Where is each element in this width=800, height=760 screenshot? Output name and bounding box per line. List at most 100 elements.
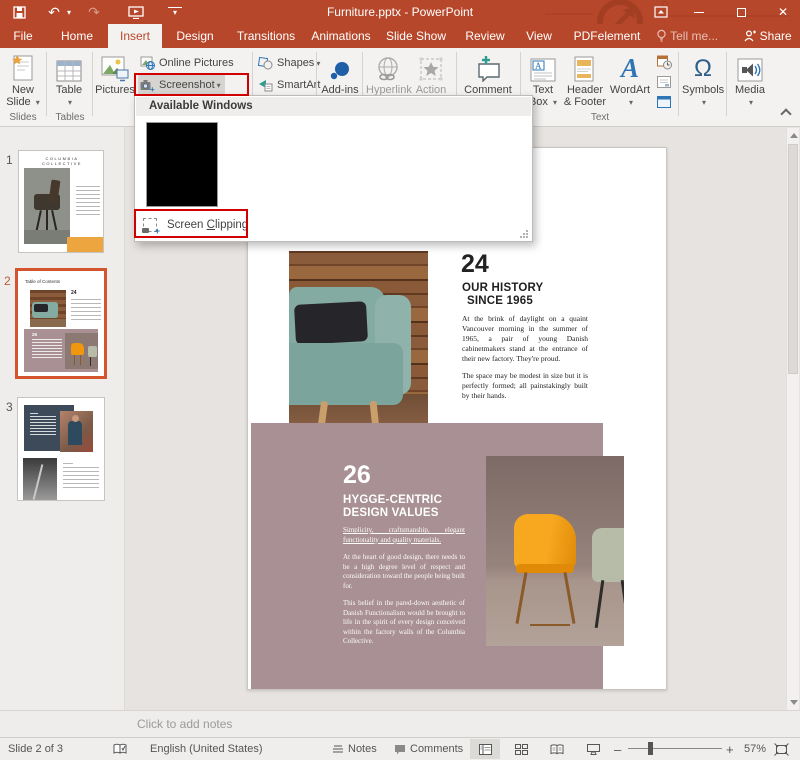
date-time-button[interactable] bbox=[654, 52, 674, 72]
minimize-button[interactable] bbox=[684, 0, 714, 24]
maximize-button[interactable] bbox=[726, 0, 756, 24]
scrollbar-thumb[interactable] bbox=[788, 144, 798, 374]
tab-insert[interactable]: Insert bbox=[108, 24, 162, 48]
header-footer-label: Header & Footer bbox=[564, 84, 606, 108]
available-window-thumbnail[interactable] bbox=[146, 122, 218, 207]
group-label-text: Text bbox=[524, 112, 676, 123]
speaker-icon bbox=[730, 52, 770, 84]
scroll-down-arrow[interactable] bbox=[790, 700, 798, 705]
comments-toggle-label: Comments bbox=[410, 743, 463, 755]
tab-slide-show[interactable]: Slide Show bbox=[380, 24, 452, 48]
spellcheck-book-icon bbox=[113, 743, 128, 755]
notes-placeholder[interactable]: Click to add notes bbox=[137, 717, 232, 731]
share-button[interactable]: Share bbox=[736, 24, 800, 48]
pictures-button[interactable]: Pictures bbox=[95, 52, 135, 124]
vertical-scrollbar[interactable] bbox=[786, 128, 799, 710]
section-24-paragraph-1: At the brink of daylight on a quaint Van… bbox=[462, 314, 588, 364]
thumb3-text-lines bbox=[63, 460, 99, 491]
header-footer-icon bbox=[562, 52, 608, 84]
tab-review[interactable]: Review bbox=[458, 24, 512, 48]
normal-view-button[interactable] bbox=[470, 739, 500, 759]
zoom-level[interactable]: 57% bbox=[744, 738, 766, 760]
tab-transitions[interactable]: Transitions bbox=[228, 24, 304, 48]
smartart-button[interactable]: SmartArt bbox=[256, 75, 320, 95]
tab-pdfelement[interactable]: PDFelement bbox=[566, 24, 648, 48]
section-26-body: Simplicity, craftsmanship, elegant funct… bbox=[343, 526, 465, 655]
slide-thumbnail-1[interactable]: COLUMBIA COLLECTIVE bbox=[18, 150, 104, 253]
notes-toggle-label: Notes bbox=[348, 743, 377, 755]
powerpoint-window: ↶ ▾ ↷ ▾ Furniture.pptx - PowerPoint ✕ Fi… bbox=[0, 0, 800, 760]
object-icon bbox=[657, 96, 671, 108]
tab-file[interactable]: File bbox=[0, 24, 46, 48]
collapse-ribbon-button[interactable] bbox=[782, 110, 790, 118]
fit-to-window-button[interactable] bbox=[774, 738, 789, 760]
screen-clipping-icon: + bbox=[143, 218, 157, 232]
language-button[interactable]: English (United States) bbox=[150, 738, 263, 760]
shapes-button[interactable]: Shapes ▾ bbox=[256, 53, 320, 73]
add-ins-icon bbox=[320, 52, 360, 84]
section-26-paragraph-1: At the heart of good design, there needs… bbox=[343, 553, 465, 591]
screen-clipping-label: Screen Clipping bbox=[167, 219, 248, 231]
slide-thumbnail-2[interactable]: Table of Contents 24 26 bbox=[15, 268, 107, 379]
screen-clipping-item[interactable]: + Screen Clipping bbox=[139, 214, 248, 236]
lightbulb-icon bbox=[656, 29, 667, 42]
chairs-photo[interactable] bbox=[486, 456, 624, 646]
text-box-icon: A bbox=[524, 52, 562, 84]
pictures-icon bbox=[95, 52, 135, 84]
section-24-title-line2[interactable]: SINCE 1965 bbox=[467, 295, 533, 308]
object-button[interactable] bbox=[654, 92, 674, 112]
slide-thumbnail-3[interactable] bbox=[17, 397, 105, 501]
thumb2-sofa-photo bbox=[30, 290, 66, 327]
section-24-number[interactable]: 24 bbox=[461, 252, 489, 277]
zoom-slider-track[interactable] bbox=[628, 748, 722, 749]
group-label-slides: Slides bbox=[0, 112, 46, 123]
reading-view-button[interactable] bbox=[542, 739, 572, 759]
available-windows-header: Available Windows bbox=[136, 97, 531, 116]
symbols-label: Symbols bbox=[682, 84, 724, 96]
scroll-up-arrow[interactable] bbox=[790, 133, 798, 138]
tab-animations[interactable]: Animations bbox=[304, 24, 378, 48]
tab-design[interactable]: Design bbox=[168, 24, 222, 48]
caret-down-icon: ▾ bbox=[629, 98, 633, 107]
date-time-icon bbox=[657, 55, 672, 70]
shapes-label: Shapes bbox=[277, 57, 314, 69]
online-pictures-button[interactable]: Online Pictures bbox=[138, 53, 234, 73]
section-24-body[interactable]: At the brink of daylight on a quaint Van… bbox=[462, 314, 588, 408]
thumb1-chair-photo bbox=[24, 168, 70, 244]
sofa-photo[interactable] bbox=[289, 251, 428, 441]
caret-down-icon: ▾ bbox=[217, 81, 221, 90]
media-button[interactable]: Media▾ bbox=[730, 52, 770, 124]
wordart-icon: A bbox=[608, 52, 652, 84]
normal-view-icon bbox=[479, 744, 492, 755]
share-person-icon bbox=[744, 30, 756, 42]
caret-down-icon: ▾ bbox=[749, 98, 753, 107]
zoom-out-button[interactable]: – bbox=[614, 738, 621, 760]
title-bar: ↶ ▾ ↷ ▾ Furniture.pptx - PowerPoint ✕ bbox=[0, 0, 800, 24]
comments-toggle[interactable]: Comments bbox=[394, 738, 463, 760]
tab-view[interactable]: View bbox=[518, 24, 560, 48]
thumb3-person-photo bbox=[60, 411, 93, 452]
screenshot-dropdown-menu: Available Windows + Screen Clipping bbox=[134, 95, 533, 242]
tell-me-box[interactable]: Tell me... bbox=[656, 24, 744, 48]
notes-pane[interactable]: Click to add notes bbox=[0, 710, 800, 737]
resize-grip-icon[interactable] bbox=[519, 229, 529, 239]
tab-home[interactable]: Home bbox=[52, 24, 102, 48]
thumbnail-number-3: 3 bbox=[6, 400, 13, 414]
spellcheck-button[interactable] bbox=[113, 738, 128, 760]
ribbon-display-options-button[interactable] bbox=[646, 0, 676, 24]
slideshow-view-button[interactable] bbox=[578, 739, 608, 759]
svg-text:+: + bbox=[150, 85, 155, 92]
notes-toggle[interactable]: Notes bbox=[332, 738, 377, 760]
fit-to-window-icon bbox=[774, 743, 789, 756]
new-slide-label: New Slide bbox=[6, 84, 34, 108]
zoom-slider-handle[interactable] bbox=[648, 742, 653, 755]
close-button[interactable]: ✕ bbox=[768, 0, 798, 24]
slide-number-button[interactable] bbox=[654, 72, 674, 92]
screenshot-button[interactable]: + Screenshot ▾ bbox=[138, 75, 225, 95]
shapes-icon bbox=[256, 57, 274, 70]
symbols-button[interactable]: Ω Symbols▾ bbox=[682, 52, 724, 124]
caret-down-icon: ▾ bbox=[702, 98, 706, 107]
section-24-title-line1[interactable]: OUR HISTORY bbox=[462, 282, 543, 295]
slide-sorter-view-button[interactable] bbox=[506, 739, 536, 759]
zoom-in-button[interactable]: + bbox=[726, 738, 734, 760]
